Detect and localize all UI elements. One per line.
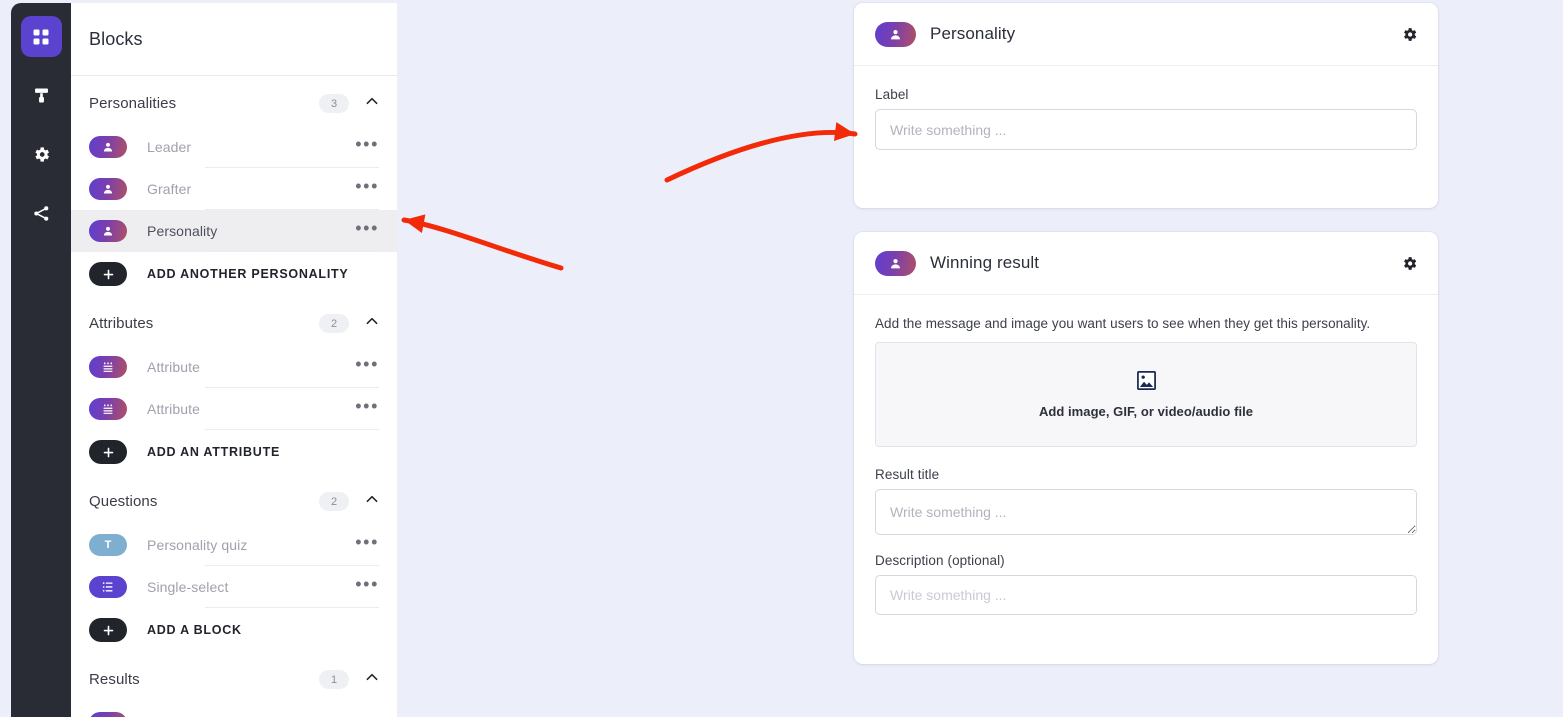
add-button-label: ADD ANOTHER PERSONALITY <box>147 267 349 281</box>
paintbrush-icon <box>32 86 51 105</box>
group-header-results[interactable]: Results 1 <box>71 657 397 702</box>
winning-result-card-body: Add the message and image you want users… <box>854 295 1438 615</box>
row-divider <box>205 429 379 430</box>
sliders-pill-icon <box>89 356 127 378</box>
row-divider <box>205 251 379 252</box>
group-header-questions[interactable]: Questions 2 <box>71 479 397 524</box>
add-button-personalities[interactable]: ADD ANOTHER PERSONALITY <box>71 252 397 296</box>
block-row[interactable]: Leader ••• <box>71 126 397 168</box>
row-divider <box>205 607 379 608</box>
winning-result-card-title: Winning result <box>930 253 1040 272</box>
group-title: Attributes <box>89 315 154 332</box>
add-button-questions[interactable]: ADD A BLOCK <box>71 608 397 652</box>
personality-card-body: Label <box>854 66 1438 150</box>
left-nav-rail <box>11 3 71 717</box>
field-spacer <box>875 535 1417 553</box>
media-dropzone[interactable]: Add image, GIF, or video/audio file <box>875 342 1417 447</box>
app-root: Blocks Personalities 3 Leader ••• Grafter •••… <box>0 0 1563 717</box>
block-row-menu-button[interactable]: ••• <box>355 397 379 416</box>
rail-item-settings[interactable] <box>21 134 62 175</box>
block-row-label: Attribute <box>147 359 201 375</box>
group-header-personalities[interactable]: Personalities 3 <box>71 81 397 126</box>
group-title: Results <box>89 671 140 688</box>
group-count-badge: 2 <box>319 314 349 333</box>
block-row-menu-button[interactable]: ••• <box>355 219 379 238</box>
add-button-attributes[interactable]: ADD AN ATTRIBUTE <box>71 430 397 474</box>
plus-icon <box>89 440 127 464</box>
result-title-field-label: Result title <box>875 467 940 482</box>
block-row-label: Attribute <box>147 401 201 417</box>
rail-item-blocks[interactable] <box>20 16 62 57</box>
blocks-panel: Blocks Personalities 3 Leader ••• Grafter •••… <box>71 3 397 717</box>
block-row-menu-button[interactable]: ••• <box>355 575 379 594</box>
block-row[interactable]: Personality ••• <box>71 210 397 252</box>
add-button-label: ADD A BLOCK <box>147 623 242 637</box>
arrow-to-label-input <box>664 122 858 183</box>
block-row[interactable]: Attribute ••• <box>71 388 397 430</box>
sliders-pill-icon <box>89 398 127 420</box>
text-pill-icon: T <box>89 534 127 556</box>
block-row-label: Personality quiz <box>147 537 248 553</box>
chevron-up-icon[interactable] <box>365 314 379 333</box>
block-row-label: Personality <box>147 223 218 239</box>
blocks-panel-header: Blocks <box>71 3 397 76</box>
personality-card-title: Personality <box>930 24 1016 43</box>
group-count-badge: 1 <box>319 670 349 689</box>
block-row-menu-button[interactable]: ••• <box>355 177 379 196</box>
person-pill-icon <box>875 21 916 47</box>
bookmark-pill-icon <box>89 712 127 717</box>
plus-icon <box>89 262 127 286</box>
image-icon <box>1136 370 1157 396</box>
blocks-panel-body: Personalities 3 Leader ••• Grafter ••• Persona… <box>71 81 397 717</box>
block-row[interactable]: Result page••• <box>71 702 397 717</box>
block-row-label: Grafter <box>147 181 192 197</box>
person-pill-icon <box>875 250 916 276</box>
winning-result-card-header: Winning result <box>854 232 1438 295</box>
rail-item-design[interactable] <box>21 75 62 116</box>
chevron-up-icon[interactable] <box>365 94 379 113</box>
personality-card: Personality Label <box>854 3 1438 208</box>
person-pill-icon <box>89 136 127 158</box>
group-count-badge: 2 <box>319 492 349 511</box>
media-dropzone-text: Add image, GIF, or video/audio file <box>1038 404 1254 419</box>
block-row-label: Leader <box>147 139 192 155</box>
rail-item-share[interactable] <box>21 193 62 234</box>
personality-card-header: Personality <box>854 3 1438 66</box>
plus-icon <box>89 618 127 642</box>
add-button-label: ADD AN ATTRIBUTE <box>147 445 281 459</box>
block-row-menu-button[interactable]: ••• <box>355 355 379 374</box>
arrow-to-selected-block <box>401 214 564 271</box>
label-field-label: Label <box>875 87 909 102</box>
block-row[interactable]: Single-select ••• <box>71 566 397 608</box>
description-field-label: Description (optional) <box>875 553 1005 568</box>
chevron-up-icon[interactable] <box>365 670 379 689</box>
person-pill-icon <box>89 178 127 200</box>
group-header-attributes[interactable]: Attributes 2 <box>71 301 397 346</box>
winning-result-helper-text: Add the message and image you want users… <box>875 316 1371 331</box>
chevron-up-icon[interactable] <box>365 492 379 511</box>
block-row[interactable]: Grafter ••• <box>71 168 397 210</box>
gear-icon <box>32 145 51 164</box>
share-icon <box>32 204 51 223</box>
personality-settings-gear-icon[interactable] <box>1401 26 1418 43</box>
person-pill-icon <box>89 220 127 242</box>
block-row-menu-button[interactable]: ••• <box>355 533 379 552</box>
group-title: Questions <box>89 493 158 510</box>
winning-result-card: Winning result Add the message and image… <box>854 232 1438 664</box>
block-row[interactable]: Attribute ••• <box>71 346 397 388</box>
block-row-menu-button[interactable]: ••• <box>355 135 379 154</box>
group-count-badge: 3 <box>319 94 349 113</box>
description-input[interactable] <box>875 575 1417 615</box>
page-title: Blocks <box>89 28 143 49</box>
winning-result-settings-gear-icon[interactable] <box>1401 255 1418 272</box>
list-pill-icon <box>89 576 127 598</box>
result-title-input[interactable] <box>875 489 1417 535</box>
label-input[interactable] <box>875 109 1417 150</box>
group-title: Personalities <box>89 95 177 112</box>
block-row-label: Single-select <box>147 579 229 595</box>
block-row[interactable]: T Personality quiz ••• <box>71 524 397 566</box>
grid-icon <box>31 27 51 47</box>
